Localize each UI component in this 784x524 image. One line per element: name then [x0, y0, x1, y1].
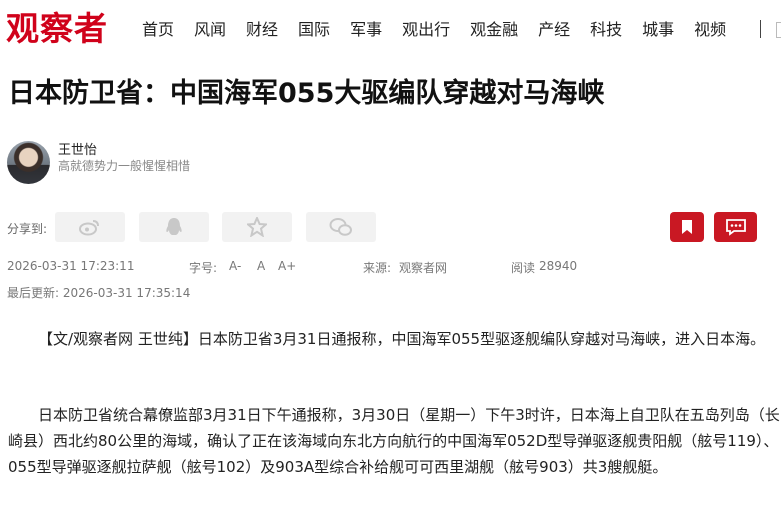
author-description: 高就德势力一般惺惺相惜	[58, 159, 191, 173]
last-updated-label: 最后更新:	[7, 286, 60, 300]
source-name[interactable]: 观察者网	[399, 259, 447, 276]
source-label: 来源:	[363, 261, 392, 275]
weibo-icon	[79, 220, 99, 236]
read-count: 28940	[539, 259, 578, 273]
main-nav: 首页 风闻 财经 国际 军事 观出行 观金融 产经 科技 城事 视频	[142, 18, 746, 42]
font-size-increase[interactable]: A+	[278, 259, 296, 273]
share-weibo-button[interactable]	[55, 212, 125, 242]
author-name[interactable]: 王世怡	[58, 139, 97, 158]
nav-item-finance[interactable]: 财经	[246, 18, 278, 42]
share-qq-button[interactable]	[139, 212, 209, 242]
author-avatar[interactable]	[7, 141, 50, 184]
nav-item-mobility[interactable]: 观出行	[402, 18, 450, 42]
article-paragraph: 【文/观察者网 王世纯】日本防卫省3月31日通报称，中国海军055型驱逐舰编队穿…	[38, 330, 766, 348]
share-qzone-button[interactable]	[222, 212, 292, 242]
share-wechat-button[interactable]	[306, 212, 376, 242]
font-size-default[interactable]: A	[257, 259, 265, 273]
site-header: 观察者 首页 风闻 财经 国际 军事 观出行 观金融 产经 科技 城事 视频	[0, 0, 784, 60]
nav-divider	[760, 20, 761, 38]
article-title: 日本防卫省：中国海军055大驱编队穿越对马海峡	[8, 78, 605, 109]
nav-item-home[interactable]: 首页	[142, 18, 174, 42]
bookmark-button[interactable]	[670, 212, 704, 242]
nav-item-international[interactable]: 国际	[298, 18, 330, 42]
nav-item-tech[interactable]: 科技	[590, 18, 622, 42]
last-updated: 最后更新: 2026-03-31 17:35:14	[7, 284, 190, 301]
nav-item-video[interactable]: 视频	[694, 18, 726, 42]
nav-item-guan-finance[interactable]: 观金融	[470, 18, 518, 42]
bookmark-icon	[682, 220, 692, 234]
nav-overflow-edge	[776, 22, 781, 38]
comment-button[interactable]	[714, 212, 757, 242]
wechat-icon	[329, 218, 352, 236]
nav-item-military[interactable]: 军事	[350, 18, 382, 42]
nav-item-city[interactable]: 城事	[642, 18, 674, 42]
publish-time: 2026-03-31 17:23:11	[7, 259, 135, 273]
share-label: 分享到:	[7, 222, 48, 236]
qzone-star-icon	[247, 217, 267, 237]
font-size-decrease[interactable]: A-	[229, 259, 241, 273]
font-size-label: 字号:	[189, 261, 218, 275]
site-logo[interactable]: 观察者	[6, 9, 108, 49]
comment-icon	[725, 219, 746, 236]
nav-item-fengwen[interactable]: 风闻	[194, 18, 226, 42]
article-paragraph: 日本防卫省统合幕僚监部3月31日下午通报称，3月30日（星期一）下午3时许，日本…	[8, 406, 780, 476]
qq-icon	[166, 218, 182, 235]
read-label: 阅读	[511, 261, 536, 275]
nav-item-industry[interactable]: 产经	[538, 18, 570, 42]
last-updated-time: 2026-03-31 17:35:14	[62, 286, 191, 300]
